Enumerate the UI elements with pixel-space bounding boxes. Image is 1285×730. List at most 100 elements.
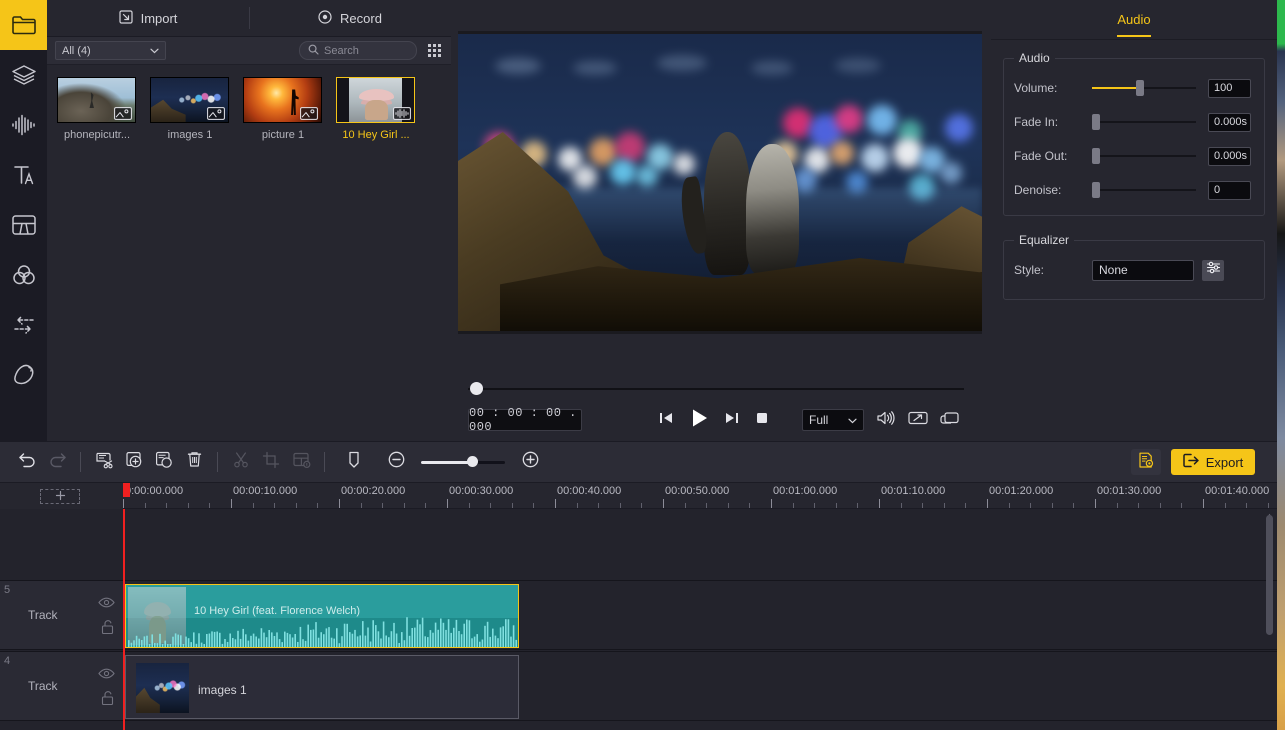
eye-icon <box>98 666 115 683</box>
volume-label: Volume: <box>1014 81 1058 95</box>
play-button[interactable] <box>688 407 710 434</box>
media-item-phonepicutr[interactable]: phonepicutr... <box>57 77 150 141</box>
fade-out-input[interactable]: 0.000s <box>1208 146 1251 166</box>
track-visibility-toggle[interactable] <box>98 595 115 613</box>
sidebar-item-audio[interactable] <box>0 100 47 150</box>
ruler-minor-tick <box>792 503 794 508</box>
undo-button[interactable] <box>12 447 42 477</box>
add-circle-icon <box>124 450 144 475</box>
ruler-minor-tick <box>360 503 362 508</box>
sidebar-item-effects[interactable] <box>0 50 47 100</box>
copy-button[interactable] <box>149 447 179 477</box>
slider-handle[interactable] <box>1092 182 1100 198</box>
track-header: 5 Track <box>0 581 123 649</box>
media-item-images-1[interactable]: images 1 <box>150 77 243 141</box>
audio-group-title: Audio <box>1014 51 1055 65</box>
add-marker-button[interactable] <box>119 447 149 477</box>
step-forward-icon <box>724 410 740 431</box>
zoom-out-button[interactable] <box>381 447 411 477</box>
sidebar-item-color[interactable] <box>0 250 47 300</box>
ruler-major-tick <box>879 499 880 508</box>
split-screen-icon <box>10 213 38 237</box>
denoise-slider[interactable] <box>1092 180 1196 200</box>
sidebar-item-split-screen[interactable] <box>0 200 47 250</box>
media-item-picture-1[interactable]: picture 1 <box>243 77 336 141</box>
crop-button[interactable] <box>256 447 286 477</box>
slider-handle[interactable] <box>1092 148 1100 164</box>
render-settings-button[interactable] <box>1131 449 1161 475</box>
properties-tab-bar: Audio <box>991 0 1277 40</box>
track-content[interactable]: images 1 <box>123 652 1277 720</box>
previous-frame-button[interactable] <box>658 410 674 431</box>
timeline-clip-audio[interactable]: 10 Hey Girl (feat. Florence Welch) <box>125 584 519 648</box>
zoom-in-button[interactable] <box>515 447 545 477</box>
media-filter-label: All (4) <box>62 44 91 57</box>
render-settings-icon <box>1137 451 1155 474</box>
equalizer-edit-button[interactable] <box>1202 259 1224 281</box>
pip-button[interactable] <box>286 447 316 477</box>
track-visibility-toggle[interactable] <box>98 666 115 684</box>
fullscreen-button[interactable] <box>908 410 928 431</box>
stop-button[interactable] <box>754 410 770 431</box>
slider-handle[interactable] <box>1092 114 1100 130</box>
clip-thumbnail <box>136 663 189 713</box>
playhead-line[interactable] <box>123 509 125 730</box>
ruler-minor-tick <box>144 503 146 508</box>
slider-handle[interactable] <box>1135 80 1144 96</box>
sidebar-item-transitions[interactable] <box>0 300 47 350</box>
track-lock-toggle[interactable] <box>100 690 115 711</box>
cut-button[interactable] <box>226 447 256 477</box>
snapshot-button[interactable] <box>940 410 960 431</box>
tab-audio[interactable]: Audio <box>1117 12 1151 37</box>
zoom-slider-handle[interactable] <box>467 456 479 467</box>
denoise-input[interactable]: 0 <box>1208 180 1251 200</box>
sidebar-item-elements[interactable] <box>0 350 47 400</box>
media-filter-dropdown[interactable]: All (4) <box>55 41 166 60</box>
sidebar-item-titles[interactable] <box>0 150 47 200</box>
tab-import[interactable]: Import <box>47 0 249 36</box>
preview-timecode[interactable]: 00 : 00 : 00 . 000 <box>468 406 582 434</box>
delete-button[interactable] <box>179 447 209 477</box>
track-lock-toggle[interactable] <box>100 619 115 640</box>
fade-out-slider[interactable] <box>1092 146 1196 166</box>
ruler-minor-tick <box>922 503 924 508</box>
timeline-clip-video[interactable]: images 1 <box>125 655 519 719</box>
timeline-vertical-scrollbar[interactable] <box>1266 515 1273 635</box>
playhead-handle[interactable] <box>123 483 130 497</box>
scrubber-handle[interactable] <box>470 382 483 395</box>
preview-panel: 00 : 00 : 00 . 000 Full <box>451 0 991 441</box>
export-button[interactable]: Export <box>1171 449 1255 475</box>
grid-view-icon[interactable] <box>425 42 443 60</box>
fade-in-input[interactable]: 0.000s <box>1208 112 1251 132</box>
ruler-minor-tick <box>576 503 578 508</box>
scroll-up-arrow[interactable] <box>1265 507 1274 519</box>
tab-record[interactable]: Record <box>249 0 451 36</box>
equalizer-style-dropdown[interactable]: None <box>1092 259 1194 281</box>
preview-scrubber[interactable] <box>458 380 982 398</box>
ruler-tick-label: 00:01:00.000 <box>773 485 838 497</box>
record-icon <box>318 9 332 27</box>
timeline-zoom-slider[interactable] <box>421 452 505 472</box>
playback-quality-dropdown[interactable]: Full <box>802 409 864 431</box>
marker-button[interactable] <box>339 447 369 477</box>
ruler-minor-tick <box>1181 503 1183 508</box>
volume-slider[interactable] <box>1092 78 1196 98</box>
toolbar-right-group: Export <box>1131 449 1277 475</box>
media-item-10-hey-girl[interactable]: 10 Hey Girl ... <box>336 77 429 141</box>
next-frame-button[interactable] <box>724 410 740 431</box>
ruler-major-tick <box>231 499 232 508</box>
search-input[interactable]: Search <box>299 41 417 60</box>
track-content[interactable]: 10 Hey Girl (feat. Florence Welch) <box>123 581 1277 649</box>
fade-in-slider[interactable] <box>1092 112 1196 132</box>
redo-button[interactable] <box>42 447 72 477</box>
slider-rail <box>1092 155 1196 157</box>
sidebar-item-media-library[interactable] <box>0 0 47 50</box>
split-button[interactable] <box>89 447 119 477</box>
empty-track-area[interactable] <box>0 509 1277 580</box>
video-editor-window: Import Record All (4) Search phonepicutr… <box>0 0 1285 730</box>
volume-input[interactable]: 100 <box>1208 78 1251 98</box>
timeline-ruler[interactable]: 0:00:00.000 00:00:10.000 00:00:20.000 00… <box>123 483 1277 509</box>
add-track-button[interactable] <box>40 489 80 504</box>
video-preview-frame[interactable] <box>458 34 982 331</box>
volume-button[interactable] <box>876 410 896 431</box>
